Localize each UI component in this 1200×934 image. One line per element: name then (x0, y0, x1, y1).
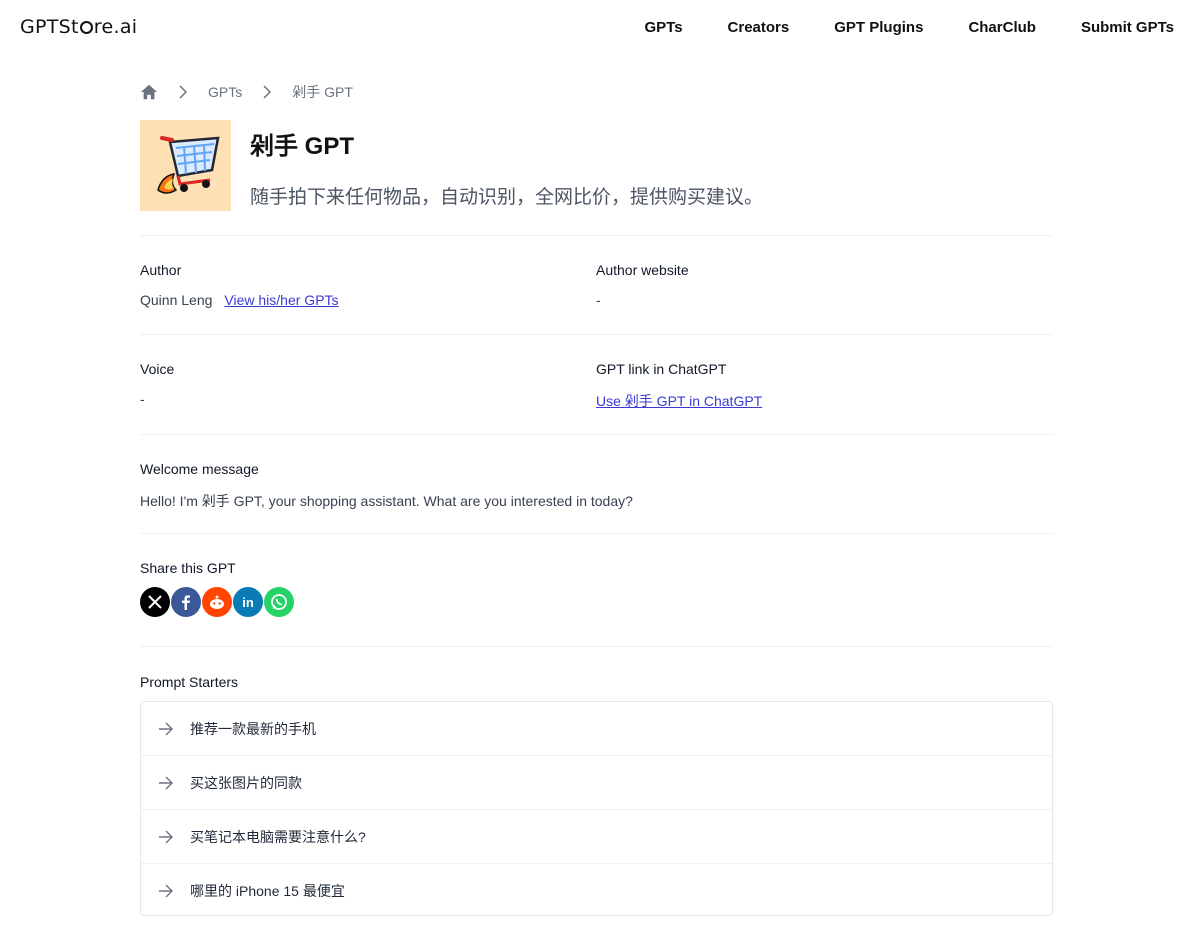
prompt-starter-item[interactable]: 推荐一款最新的手机 (141, 702, 1052, 756)
divider (140, 334, 1053, 335)
nav-gpt-plugins[interactable]: GPT Plugins (834, 19, 923, 36)
voice-label: Voice (140, 361, 175, 377)
nav-submit-gpts[interactable]: Submit GPTs (1081, 19, 1174, 36)
use-in-chatgpt-link[interactable]: Use 剁手 GPT in ChatGPT (596, 391, 762, 411)
breadcrumb-gpts[interactable]: GPTs (208, 84, 242, 100)
gpt-description: 随手拍下来任何物品，自动识别，全网比价，提供购买建议。 (250, 187, 764, 208)
prompt-starter-item[interactable]: 买这张图片的同款 (141, 756, 1052, 810)
breadcrumb: GPTs 剁手 GPT (140, 82, 353, 102)
author-website-value: - (596, 292, 601, 308)
whatsapp-icon (271, 594, 287, 610)
divider (140, 533, 1053, 534)
prompt-starter-text: 买笔记本电脑需要注意什么? (190, 828, 366, 845)
home-icon[interactable] (140, 83, 158, 101)
share-buttons: in (140, 587, 294, 617)
arrow-right-icon (159, 776, 173, 789)
author-label: Author (140, 262, 182, 278)
author-name: Quinn Leng (140, 292, 213, 308)
share-reddit-button[interactable] (202, 587, 232, 617)
shopping-cart-rocket-icon (157, 136, 220, 194)
chevron-right-icon (263, 85, 272, 99)
nav-charclub[interactable]: CharClub (968, 19, 1036, 36)
breadcrumb-current: 剁手 GPT (292, 84, 353, 100)
gpt-avatar (140, 120, 231, 211)
prompt-starter-item[interactable]: 哪里的 iPhone 15 最便宜 (141, 864, 1052, 918)
divider (140, 235, 1053, 236)
logo-text-suffix: re.ai (93, 16, 138, 38)
author-value: Quinn Leng View his/her GPTs (140, 292, 339, 308)
nav-creators[interactable]: Creators (728, 19, 790, 36)
voice-value: - (140, 391, 145, 407)
main-nav: GPTs Creators GPT Plugins CharClub Submi… (599, 19, 1174, 36)
arrow-right-icon (159, 722, 173, 735)
share-linkedin-button[interactable]: in (233, 587, 263, 617)
gpt-title: 剁手 GPT (250, 133, 355, 160)
author-website-label: Author website (596, 262, 689, 278)
prompt-starter-item[interactable]: 买笔记本电脑需要注意什么? (141, 810, 1052, 864)
share-x-button[interactable] (140, 587, 170, 617)
prompt-starter-text: 哪里的 iPhone 15 最便宜 (190, 883, 345, 899)
top-navbar: GPTSt re.ai GPTs Creators GPT Plugins Cha… (0, 0, 1200, 56)
view-author-gpts-link[interactable]: View his/her GPTs (224, 292, 338, 308)
site-logo[interactable]: GPTSt re.ai (20, 16, 137, 38)
logo-text-prefix: GPTSt (20, 16, 79, 38)
nav-gpts[interactable]: GPTs (644, 19, 682, 36)
divider (140, 646, 1053, 647)
prompt-starters-list: 推荐一款最新的手机 买这张图片的同款 买笔记本电脑需要注意什么? 哪里的 iPh… (140, 701, 1053, 916)
arrow-right-icon (159, 884, 173, 898)
chatgpt-link-label: GPT link in ChatGPT (596, 361, 727, 377)
facebook-icon (182, 595, 190, 610)
share-whatsapp-button[interactable] (264, 587, 294, 617)
prompt-starter-text: 买这张图片的同款 (190, 774, 302, 791)
chevron-right-icon (179, 85, 188, 99)
x-icon (148, 595, 162, 609)
linkedin-icon: in (242, 594, 254, 610)
prompt-starter-text: 推荐一款最新的手机 (190, 720, 316, 737)
welcome-message-label: Welcome message (140, 461, 259, 477)
welcome-message-value: Hello! I'm 剁手 GPT, your shopping assista… (140, 493, 633, 509)
arrow-right-icon (159, 830, 173, 843)
prompt-starters-label: Prompt Starters (140, 674, 239, 690)
share-facebook-button[interactable] (171, 587, 201, 617)
reddit-icon (210, 595, 224, 609)
divider (140, 434, 1053, 435)
logo-o-icon (79, 21, 93, 34)
share-label: Share this GPT (140, 560, 236, 576)
